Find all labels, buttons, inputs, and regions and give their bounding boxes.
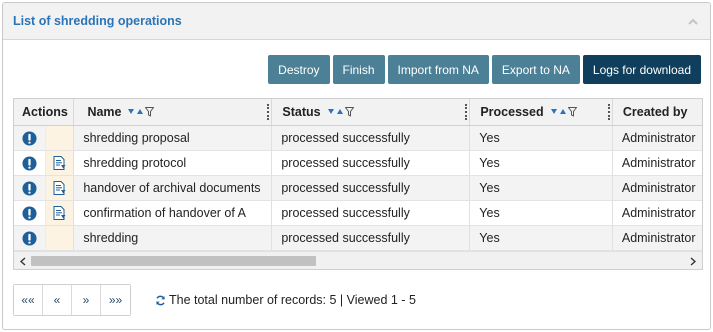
- table-row[interactable]: confirmation of handover of Aprocessed s…: [14, 201, 702, 226]
- horizontal-scrollbar[interactable]: [14, 251, 702, 269]
- records-summary: The total number of records: 5 | Viewed …: [155, 293, 416, 307]
- cell-status: processed successfully: [272, 126, 471, 150]
- scroll-left-icon[interactable]: [16, 254, 30, 268]
- column-header-created-by[interactable]: Created by: [613, 99, 702, 125]
- refresh-icon[interactable]: [155, 295, 166, 306]
- column-header-actions: Actions: [14, 99, 75, 125]
- cell-created-by: Administrator: [621, 206, 696, 220]
- document-download-icon[interactable]: [44, 176, 74, 200]
- cell-name: shredding proposal: [74, 126, 273, 150]
- column-resize-handle[interactable]: [465, 104, 468, 120]
- cell-name: shredding protocol: [74, 151, 273, 175]
- cell-processed: Yes: [470, 226, 613, 250]
- document-download-icon[interactable]: [44, 201, 74, 225]
- row-actions-cell: [14, 176, 75, 200]
- cell-status: processed successfully: [272, 226, 471, 250]
- sort-icon[interactable]: [550, 108, 567, 116]
- cell-created-by: Administrator: [621, 181, 696, 195]
- column-header-processed[interactable]: Processed: [470, 99, 613, 125]
- cell-created-by: Administrator: [621, 231, 696, 245]
- pagination: «« « » »»: [13, 284, 131, 316]
- table-row[interactable]: shredding processed successfully Yes Admini…: [14, 226, 702, 251]
- logs-for-download-button[interactable]: Logs for download: [582, 55, 701, 84]
- cell-processed: Yes: [470, 151, 613, 175]
- column-label-processed: Processed: [480, 105, 544, 119]
- cell-status: processed successfully: [272, 176, 471, 200]
- panel-header: List of shredding operations: [3, 3, 710, 40]
- scroll-right-icon[interactable]: [686, 254, 700, 268]
- previous-page-button[interactable]: «: [43, 285, 72, 315]
- column-header-name[interactable]: Name: [74, 99, 273, 125]
- table-header: Actions Name Status Processed Created by: [14, 99, 702, 126]
- cell-processed: Yes: [470, 126, 613, 150]
- column-resize-handle[interactable]: [267, 104, 270, 120]
- panel-title: List of shredding operations: [13, 14, 182, 28]
- cell-status: processed successfully: [272, 201, 471, 225]
- row-actions-cell: [14, 226, 75, 250]
- column-header-status[interactable]: Status: [272, 99, 471, 125]
- records-count-text: The total number of records: 5 | Viewed …: [169, 293, 416, 307]
- scrollbar-thumb[interactable]: [31, 256, 316, 266]
- next-page-button[interactable]: »: [72, 285, 101, 315]
- info-icon[interactable]: [14, 226, 45, 250]
- table-row[interactable]: handover of archival documents processed …: [14, 176, 702, 201]
- filter-icon[interactable]: [567, 107, 577, 117]
- cell-name: handover of archival documents: [74, 176, 273, 200]
- info-icon[interactable]: [14, 176, 45, 200]
- shredding-operations-panel: List of shredding operations Destroy Fin…: [2, 2, 711, 330]
- document-download-icon[interactable]: [44, 151, 74, 175]
- column-label-created-by: Created by: [622, 105, 688, 119]
- cell-status: processed successfully: [272, 151, 471, 175]
- filter-icon[interactable]: [145, 107, 155, 117]
- info-icon[interactable]: [14, 126, 45, 150]
- info-icon[interactable]: [14, 151, 45, 175]
- finish-button[interactable]: Finish: [332, 55, 385, 84]
- sort-icon[interactable]: [128, 108, 144, 116]
- cell-processed: Yes: [470, 201, 613, 225]
- row-actions-cell: [14, 151, 75, 175]
- sort-icon[interactable]: [327, 108, 344, 116]
- cell-created-by: Administrator: [621, 156, 696, 170]
- export-to-na-button[interactable]: Export to NA: [491, 55, 580, 84]
- column-label-status: Status: [282, 105, 321, 119]
- cell-name: shredding: [74, 226, 273, 250]
- column-label-name: Name: [87, 105, 122, 119]
- shredding-table: Actions Name Status Processed Created by…: [13, 98, 703, 270]
- chevron-up-icon[interactable]: [686, 14, 700, 28]
- cell-processed: Yes: [470, 176, 613, 200]
- import-from-na-button[interactable]: Import from NA: [387, 55, 489, 84]
- table-body: shredding proposal processed successfully…: [14, 126, 702, 251]
- cell-name: confirmation of handover of A: [74, 201, 273, 225]
- info-icon[interactable]: [14, 201, 45, 225]
- toolbar: Destroy Finish Import from NA Export to …: [268, 55, 701, 84]
- first-page-button[interactable]: ««: [14, 285, 43, 315]
- column-label-actions: Actions: [22, 105, 68, 119]
- empty-action-slot: [44, 226, 74, 250]
- table-row[interactable]: shredding protocol processed successfully…: [14, 151, 702, 176]
- empty-action-slot: [44, 126, 74, 150]
- filter-icon[interactable]: [344, 107, 354, 117]
- row-actions-cell: [14, 201, 75, 225]
- row-actions-cell: [14, 126, 75, 150]
- column-resize-handle[interactable]: [607, 104, 610, 120]
- last-page-button[interactable]: »»: [101, 285, 130, 315]
- table-row[interactable]: shredding proposal processed successfully…: [14, 126, 702, 151]
- destroy-button[interactable]: Destroy: [268, 55, 330, 84]
- cell-created-by: Administrator: [621, 131, 696, 145]
